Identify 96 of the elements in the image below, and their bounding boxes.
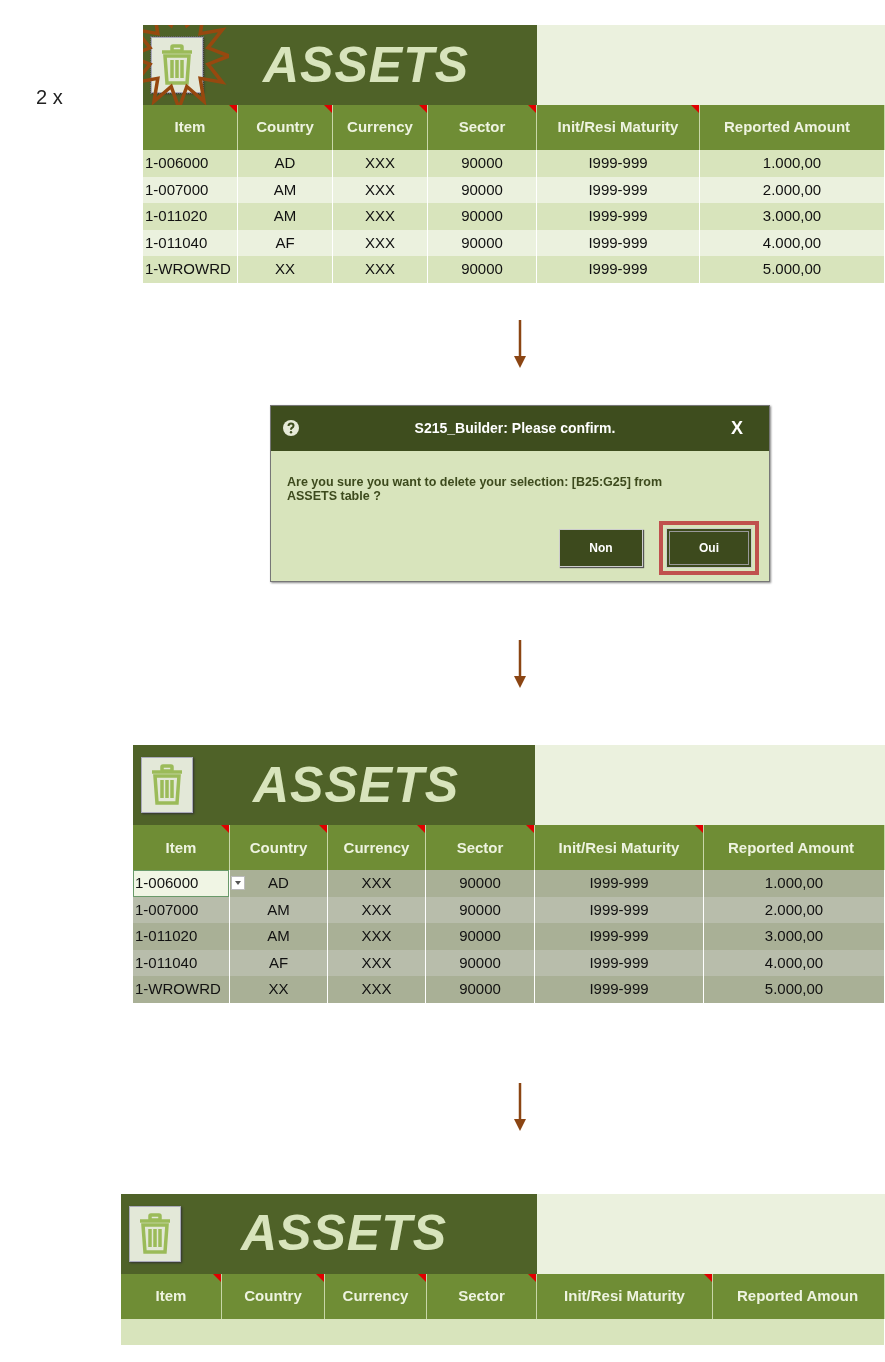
table-cell: 4.000,00 — [700, 229, 885, 256]
table-cell: 1-011040 — [133, 949, 230, 977]
table-cell: XXX — [328, 949, 426, 977]
column-header: Currency — [328, 825, 426, 871]
table-cell: I999-999 — [537, 229, 700, 256]
table-cell: 90000 — [428, 176, 537, 203]
table-cell: I999-999 — [535, 870, 704, 897]
column-header: Reported Amoun — [713, 1273, 885, 1319]
repeat-count-label: 2 x — [36, 85, 63, 110]
table-cell: 1-011040 — [143, 229, 238, 256]
table-cell: 1.000,00 — [700, 150, 885, 177]
table-cell: 2.000,00 — [700, 176, 885, 203]
table-cell: 90000 — [426, 949, 535, 977]
table-cell: 1-011020 — [133, 923, 230, 950]
dropdown-button[interactable] — [231, 876, 245, 891]
down-arrow — [514, 319, 526, 368]
column-header: Currency — [325, 1273, 427, 1319]
table-cell: I999-999 — [535, 923, 704, 950]
table-cell: I999-999 — [537, 176, 700, 203]
table-cell: AF — [230, 949, 328, 977]
table-cell: XXX — [333, 150, 428, 177]
table-cell: AM — [238, 203, 333, 230]
table-cell: 90000 — [426, 896, 535, 924]
table-cell: XXX — [333, 229, 428, 256]
table-cell: I999-999 — [535, 896, 704, 924]
column-header: Reported Amount — [704, 825, 885, 871]
column-header: Sector — [428, 105, 537, 150]
down-arrow — [514, 1082, 526, 1131]
table-cell: 90000 — [426, 976, 535, 1003]
column-header: Currency — [333, 105, 428, 150]
table-cell: 5.000,00 — [700, 256, 885, 283]
table-cell: AD — [230, 870, 328, 897]
table-cell: AM — [238, 176, 333, 203]
column-header: Init/Resi Maturity — [537, 1273, 713, 1319]
table-cell: 2.000,00 — [704, 896, 885, 924]
table-cell: XXX — [328, 896, 426, 924]
table-cell: I999-999 — [537, 256, 700, 283]
table-cell: AF — [238, 229, 333, 256]
column-header: Init/Resi Maturity — [535, 825, 704, 871]
table-cell: 1-007000 — [143, 176, 238, 203]
column-header: Country — [230, 825, 328, 871]
table-cell: I999-999 — [535, 949, 704, 977]
column-header: Item — [121, 1273, 222, 1319]
column-header: Init/Resi Maturity — [537, 105, 700, 150]
table-cell: 5.000,00 — [704, 976, 885, 1003]
table-cell: 4.000,00 — [704, 949, 885, 977]
table-cell: 3.000,00 — [704, 923, 885, 950]
table-cell: AM — [230, 923, 328, 950]
column-header: Country — [238, 105, 333, 150]
table-cell: 1-007000 — [133, 896, 230, 924]
table-cell: XXX — [333, 203, 428, 230]
table-cell: XXX — [333, 256, 428, 283]
table-title: ASSETS — [253, 755, 460, 815]
trash-icon — [160, 44, 194, 86]
table-cell: 3.000,00 — [700, 203, 885, 230]
column-header: Sector — [427, 1273, 537, 1319]
delete-button[interactable] — [151, 37, 203, 93]
trash-icon — [138, 1212, 172, 1255]
dialog-title: S215_Builder: Please confirm. — [413, 418, 617, 438]
table-cell: 1-WROWRD — [143, 256, 238, 283]
column-header: Sector — [426, 825, 535, 871]
table-cell: 1.000,00 — [704, 870, 885, 897]
column-header: Country — [222, 1273, 325, 1319]
table-cell: AD — [238, 150, 333, 177]
column-header: Item — [133, 825, 230, 871]
table-title: ASSETS — [241, 1204, 448, 1264]
table-cell: I999-999 — [537, 150, 700, 177]
table-cell: 90000 — [428, 150, 537, 177]
table-cell: XX — [230, 976, 328, 1003]
table-cell: 90000 — [428, 203, 537, 230]
dialog-button[interactable]: Non — [559, 529, 643, 568]
table-cell: I999-999 — [537, 203, 700, 230]
table-cell: XXX — [328, 923, 426, 950]
column-header: Item — [143, 105, 238, 150]
table-cell: I999-999 — [535, 976, 704, 1003]
table-cell: 90000 — [428, 256, 537, 283]
table-cell: 1-WROWRD — [133, 976, 230, 1003]
table-cell: XXX — [328, 870, 426, 897]
table-cell: 1-011020 — [143, 203, 238, 230]
caret-icon — [235, 881, 241, 886]
table-cell: 90000 — [426, 870, 535, 897]
table-cell: XXX — [333, 176, 428, 203]
dialog-message: Are you sure you want to delete your selection: [B25:G25] from ASSETS table ? — [286, 473, 664, 504]
help-icon — [283, 420, 299, 436]
table-cell: 90000 — [426, 923, 535, 950]
table-cell: XX — [238, 256, 333, 283]
table-cell: 90000 — [428, 229, 537, 256]
table-cell: 1-006000 — [143, 150, 238, 177]
table-cell: XXX — [328, 976, 426, 1003]
trash-icon — [150, 764, 184, 807]
dialog-button[interactable]: Oui — [659, 521, 759, 576]
table-cell: AM — [230, 896, 328, 924]
column-header: Reported Amount — [700, 105, 885, 150]
table-title: ASSETS — [263, 35, 470, 95]
close-button[interactable]: X — [731, 414, 743, 442]
down-arrow — [514, 640, 526, 689]
